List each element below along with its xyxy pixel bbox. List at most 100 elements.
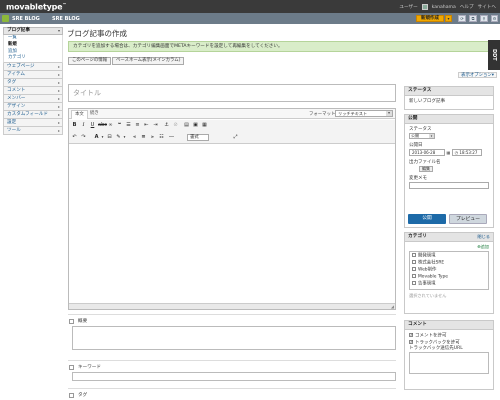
tags-field: タグ xyxy=(68,392,396,400)
sidebar-item-tags[interactable]: タグ ▸ xyxy=(3,79,63,88)
rebuild-icon[interactable]: ⟳ xyxy=(458,15,466,22)
source-icon[interactable]: ▦ xyxy=(201,122,208,129)
category-item[interactable]: 開発環境 xyxy=(412,253,486,260)
search-icon[interactable]: ⚲ xyxy=(480,15,488,22)
undo-icon[interactable]: ↶ xyxy=(71,134,78,141)
view-site-icon[interactable]: ⧉ xyxy=(469,15,477,22)
settings-icon[interactable]: ⚙ xyxy=(491,15,498,22)
excerpt-textarea[interactable] xyxy=(72,326,396,350)
new-menu-chevron-icon[interactable]: ▾ xyxy=(445,15,452,22)
rich-text-editor: 本文 続き フォーマット リッチテキスト ▾ B I U abc ∞ ❝ ☰ ≡ … xyxy=(68,108,396,310)
edit-filename-button[interactable]: 編集 xyxy=(419,166,433,172)
block-format-select[interactable]: 書式 xyxy=(187,134,209,141)
fullscreen-icon[interactable]: ⤢ xyxy=(232,134,239,141)
checkbox[interactable] xyxy=(412,273,416,278)
insert-image-icon[interactable]: ▣ xyxy=(192,122,199,129)
chevron-right-icon: ▸ xyxy=(57,104,60,110)
chevron-right-icon: ▸ xyxy=(57,80,60,86)
checkbox[interactable] xyxy=(412,259,416,264)
sidebar-item-settings[interactable]: 設定 ▸ xyxy=(3,119,63,128)
field-handle-icon[interactable] xyxy=(69,365,74,370)
display-options-button[interactable]: 表示オプション▾ xyxy=(458,72,497,78)
italic-icon[interactable]: I xyxy=(80,122,87,129)
blog-name[interactable]: SRE BLOG xyxy=(52,16,80,22)
blockquote-icon[interactable]: ❝ xyxy=(116,122,123,129)
remove-format-icon[interactable]: ⊟ xyxy=(106,134,113,141)
memo-input[interactable] xyxy=(409,182,489,189)
chevron-down-icon: ▾ xyxy=(57,28,60,33)
format-label: フォーマット xyxy=(309,112,336,117)
status-select[interactable]: 公開 ▾ xyxy=(409,133,435,139)
sidebar-item-webpages[interactable]: ウェブページ ▸ xyxy=(3,63,63,72)
user-label[interactable]: ユーザー xyxy=(399,4,417,10)
bold-icon[interactable]: B xyxy=(71,122,78,129)
checkbox-checked[interactable] xyxy=(409,339,413,345)
insert-file-icon[interactable]: ▤ xyxy=(183,122,190,129)
divider xyxy=(68,314,396,315)
calendar-icon[interactable]: ▦ xyxy=(446,150,450,155)
indent-icon[interactable]: ⇥ xyxy=(152,122,159,129)
add-category-link[interactable]: ⊕追加 xyxy=(409,244,489,249)
align-left-icon[interactable]: ⫷ xyxy=(131,134,138,141)
checkbox-checked[interactable] xyxy=(409,332,413,338)
chevron-down-icon[interactable]: ▾ xyxy=(121,134,128,141)
strikethrough-icon[interactable]: abc xyxy=(98,122,107,129)
sidebar-item-tools[interactable]: ツール ▸ xyxy=(3,127,63,136)
category-item[interactable]: Web制作 xyxy=(412,266,486,274)
help-link[interactable]: ヘルプ xyxy=(460,4,474,10)
editor-body[interactable] xyxy=(69,145,395,305)
sidebar-item-members[interactable]: メンバー ▸ xyxy=(3,95,63,104)
publish-button[interactable]: 公開 xyxy=(408,214,446,224)
tab-body[interactable]: 本文 xyxy=(71,110,88,119)
underline-icon[interactable]: U xyxy=(89,122,96,129)
bullet-list-icon[interactable]: ☰ xyxy=(125,122,132,129)
notice-message: カテゴリを追加する場合は、カテゴリ編集画面でMETAキーワードを設定して再編集を… xyxy=(68,41,498,52)
new-button[interactable]: 新規作成 xyxy=(416,15,444,22)
keywords-input[interactable] xyxy=(72,372,396,381)
sidebar-sub-category[interactable]: カテゴリ xyxy=(3,55,63,64)
link-icon[interactable]: ∞ xyxy=(107,122,114,129)
checkbox[interactable] xyxy=(412,266,416,271)
sidebar-sub-new[interactable]: 新規 xyxy=(3,41,63,49)
category-item[interactable]: 株式会社SRE xyxy=(412,259,486,267)
tab-extended[interactable]: 続き xyxy=(87,110,102,119)
field-handle-icon[interactable] xyxy=(69,319,74,324)
title-input[interactable]: タイトル xyxy=(68,84,396,102)
field-handle-icon[interactable] xyxy=(69,393,74,398)
horizontal-rule-icon[interactable]: ― xyxy=(168,134,175,141)
sidebar-sub-list[interactable]: 一覧 xyxy=(3,35,63,42)
sidebar-item-comments[interactable]: コメント ▸ xyxy=(3,87,63,96)
justify-icon[interactable]: ☷ xyxy=(158,134,165,141)
trackback-url-textarea[interactable] xyxy=(409,352,489,374)
tab-page-info[interactable]: このページの情報 xyxy=(68,57,112,65)
time-input[interactable]: ◷ 18:53:27 xyxy=(451,149,482,156)
align-center-icon[interactable]: ≣ xyxy=(140,134,147,141)
close-link[interactable]: 閉じる xyxy=(477,233,490,241)
blog-switcher[interactable]: SRE BLOG xyxy=(12,16,40,22)
checkbox[interactable] xyxy=(412,280,416,285)
chevron-down-icon[interactable]: ▾ xyxy=(99,134,106,141)
redo-icon[interactable]: ↷ xyxy=(80,134,87,141)
sidebar-item-design[interactable]: デザイン ▸ xyxy=(3,103,63,112)
format-select[interactable]: リッチテキスト ▾ xyxy=(335,110,393,117)
sidebar-item-blog-entries[interactable]: ブログ記事 ▾ xyxy=(3,27,63,35)
ddt-toggle[interactable]: DDT xyxy=(488,40,500,70)
username-link[interactable]: kanahama xyxy=(432,5,456,10)
category-item[interactable]: Movable Type xyxy=(412,273,486,281)
app-logo[interactable]: movabletype™ xyxy=(6,2,66,12)
blog-bar: SRE BLOG SRE BLOG 新規作成 ▾ ⟳ ⧉ ⚲ ⚙ xyxy=(0,13,500,24)
checkbox[interactable] xyxy=(412,253,416,257)
numbered-list-icon[interactable]: ≡ xyxy=(134,122,141,129)
preview-button[interactable]: プレビュー xyxy=(449,214,487,224)
editor-resize-handle[interactable]: ◢ xyxy=(69,303,395,309)
anchor-icon[interactable]: ⚓ xyxy=(163,122,170,129)
sidebar-item-assets[interactable]: アイテム ▸ xyxy=(3,71,63,80)
tab-basename[interactable]: ベースネーム表示(メインカラム) xyxy=(112,57,185,65)
date-input[interactable]: 2013-06-28 xyxy=(409,149,445,156)
outdent-icon[interactable]: ⇤ xyxy=(143,122,150,129)
category-item[interactable]: 告事環境 xyxy=(412,280,486,288)
view-site-link[interactable]: サイトへ xyxy=(478,4,496,10)
sidebar-item-custom-fields[interactable]: カスタムフィールド ▸ xyxy=(3,111,63,120)
unlink-icon[interactable]: ⊘ xyxy=(172,122,179,129)
align-right-icon[interactable]: ⫸ xyxy=(149,134,156,141)
